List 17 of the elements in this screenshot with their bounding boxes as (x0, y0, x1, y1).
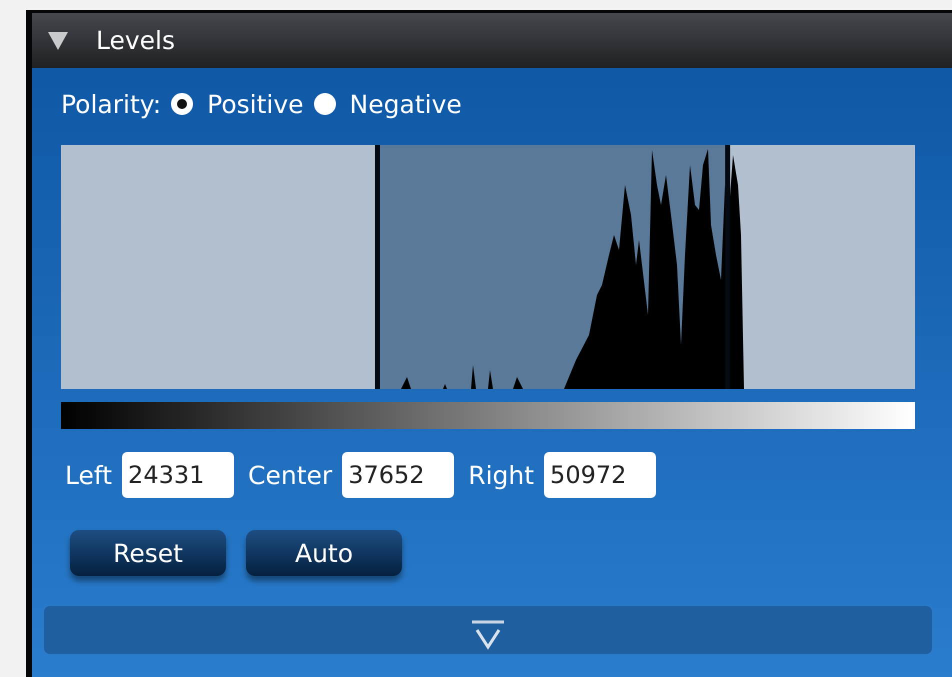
left-marker[interactable] (374, 145, 380, 389)
input-field[interactable]: 50972 (544, 452, 656, 498)
radio-option[interactable]: Negative (314, 90, 462, 118)
panel-title: Levels (96, 26, 176, 55)
triangle-icon[interactable] (48, 32, 68, 50)
field-label: Left (65, 460, 112, 490)
input-field[interactable]: 24331 (122, 452, 234, 498)
field-label: Center (248, 460, 332, 490)
expand-icon[interactable] (470, 620, 506, 650)
polarity-label: Polarity: (61, 90, 162, 118)
radio-option[interactable]: Positive (171, 90, 304, 118)
input-field[interactable]: 37652 (342, 452, 454, 498)
action-button[interactable]: Reset (70, 530, 226, 576)
right-marker[interactable] (725, 145, 730, 389)
panel-header[interactable]: Levels (32, 13, 952, 68)
field-label: Right (468, 460, 534, 490)
action-button[interactable]: Auto (246, 530, 402, 576)
